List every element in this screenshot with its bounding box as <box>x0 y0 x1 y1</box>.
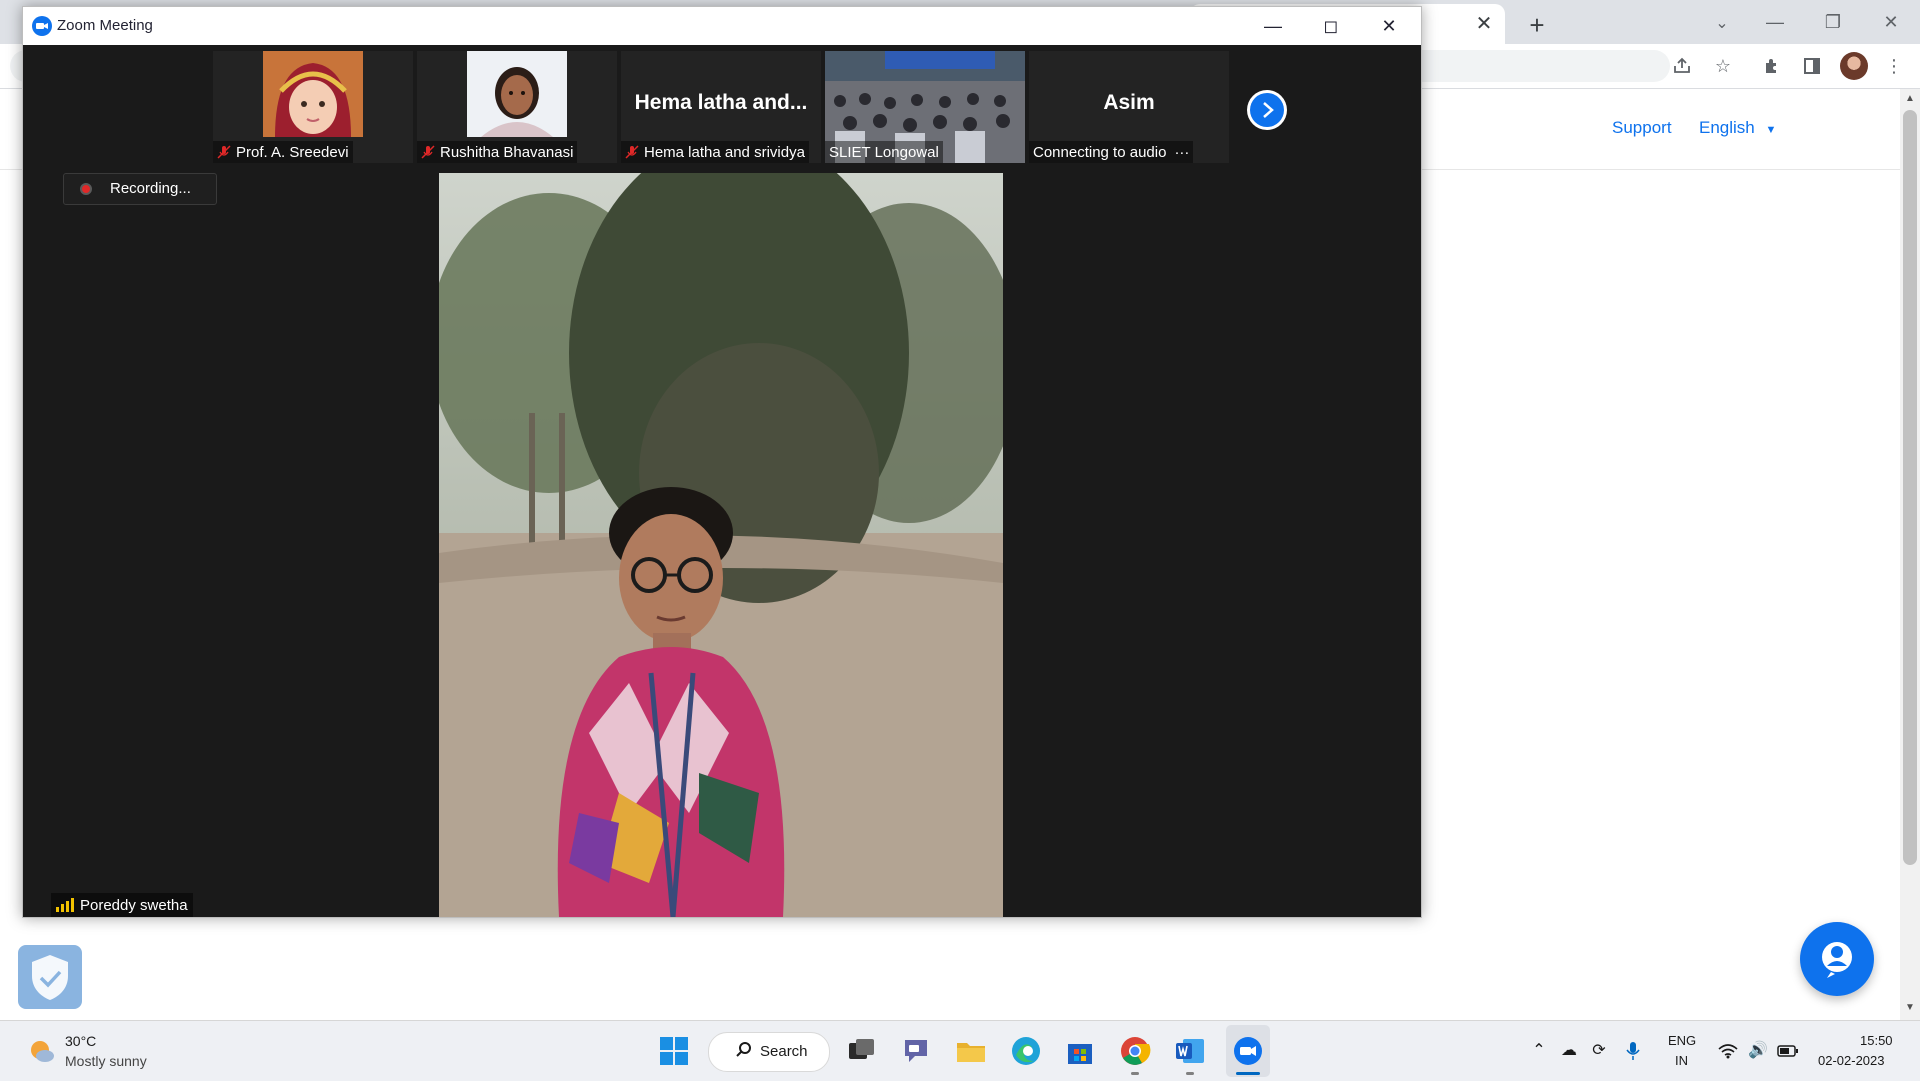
participant-photo <box>263 51 363 137</box>
task-view-icon[interactable] <box>844 1034 878 1068</box>
support-link[interactable]: Support <box>1612 118 1672 138</box>
record-dot-icon <box>80 183 92 195</box>
tab-close-button[interactable]: ✕ <box>1470 10 1498 38</box>
windows-start-icon[interactable] <box>657 1034 691 1068</box>
participant-display-name: Hema latha and... <box>634 91 808 114</box>
recording-indicator[interactable]: Recording... <box>63 173 217 205</box>
participant-photo <box>467 51 567 137</box>
language-dropdown[interactable]: English ▼ <box>1699 118 1776 138</box>
microphone-muted-icon <box>217 145 231 159</box>
more-options-icon[interactable]: ··· <box>1174 144 1189 161</box>
onedrive-icon[interactable]: ☁ <box>1556 1038 1582 1064</box>
input-language[interactable]: ENG <box>1668 1033 1696 1048</box>
active-speaker-video <box>439 173 1003 917</box>
clock-date[interactable]: 02-02-2023 <box>1818 1053 1885 1068</box>
speaker-video-feed <box>439 173 1003 917</box>
edge-browser-icon[interactable] <box>1009 1034 1043 1068</box>
participant-name: Hema latha and srividya <box>644 143 805 161</box>
participant-thumbnail[interactable]: Rushitha Bhavanasi <box>417 51 617 163</box>
tab-search-chevron-icon[interactable]: ⌄ <box>1706 8 1738 40</box>
next-participants-button[interactable] <box>1247 90 1287 130</box>
scroll-down-icon[interactable]: ▼ <box>1902 1002 1918 1016</box>
profile-avatar[interactable] <box>1840 52 1868 80</box>
participant-thumbnail[interactable]: SLIET Longowal <box>825 51 1025 163</box>
language-label: English <box>1699 118 1755 137</box>
participant-label: SLIET Longowal <box>825 141 943 163</box>
participant-name: SLIET Longowal <box>829 143 939 161</box>
participant-display-name: Asim <box>1103 91 1155 114</box>
sync-icon[interactable]: ⟳ <box>1586 1038 1612 1064</box>
participant-thumbnail[interactable]: Asim Connecting to audio ··· <box>1029 51 1229 163</box>
wifi-icon[interactable] <box>1715 1038 1741 1064</box>
participant-name: Rushitha Bhavanasi <box>440 143 574 161</box>
participant-label: Rushitha Bhavanasi <box>417 141 578 163</box>
search-label: Search <box>760 1043 808 1060</box>
weather-sun-icon[interactable] <box>26 1036 56 1066</box>
scrollbar-thumb[interactable] <box>1903 110 1917 865</box>
chrome-running-indicator <box>1131 1072 1139 1075</box>
active-speaker-name: Poreddy swetha <box>80 896 188 914</box>
word-running-indicator <box>1186 1072 1194 1075</box>
side-panel-icon[interactable] <box>1796 50 1828 82</box>
chevron-right-icon <box>1250 93 1284 127</box>
new-tab-button[interactable]: + <box>1520 8 1554 42</box>
zoom-app-icon <box>1234 1037 1262 1065</box>
zoom-active-indicator <box>1236 1072 1260 1075</box>
zoom-title-bar[interactable]: Zoom Meeting — ◻ ✕ <box>23 7 1421 45</box>
weather-description[interactable]: Mostly sunny <box>65 1053 147 1069</box>
participant-name: Prof. A. Sreedevi <box>236 143 349 161</box>
zoom-logo-icon <box>32 16 52 36</box>
participant-label: Prof. A. Sreedevi <box>213 141 353 163</box>
recording-status: Recording... <box>110 180 191 197</box>
extensions-icon[interactable] <box>1756 50 1788 82</box>
meeting-area: Prof. A. Sreedevi Rushitha Bhavanasi Hem… <box>23 45 1421 917</box>
chat-support-button[interactable] <box>1800 922 1874 996</box>
chrome-browser-icon[interactable] <box>1118 1034 1152 1068</box>
microphone-muted-icon <box>625 145 639 159</box>
teams-chat-icon[interactable] <box>899 1034 933 1068</box>
browser-menu-icon[interactable]: ⋮ <box>1878 50 1910 82</box>
security-shield-badge[interactable] <box>18 945 82 1009</box>
active-speaker-label: Poreddy swetha <box>51 893 193 917</box>
browser-minimize-button[interactable]: — <box>1752 4 1798 40</box>
participant-label: Connecting to audio ··· <box>1029 141 1194 163</box>
windows-taskbar: 30°C Mostly sunny Search ⌃ ☁ ⟳ ENG IN 🔊 … <box>0 1020 1920 1081</box>
browser-restore-button[interactable]: ❐ <box>1810 4 1856 40</box>
battery-icon[interactable] <box>1775 1038 1801 1064</box>
bookmark-star-icon[interactable]: ☆ <box>1707 50 1739 82</box>
chatbot-icon <box>1822 942 1852 978</box>
zoom-minimize-button[interactable]: — <box>1245 9 1301 43</box>
zoom-window-title: Zoom Meeting <box>57 17 153 34</box>
search-icon <box>736 1042 751 1057</box>
microsoft-store-icon[interactable] <box>1063 1034 1097 1068</box>
word-app-icon[interactable] <box>1173 1034 1207 1068</box>
zoom-taskbar-button[interactable] <box>1226 1025 1270 1077</box>
input-region[interactable]: IN <box>1675 1053 1688 1068</box>
signal-strength-icon <box>56 898 74 912</box>
microphone-icon[interactable] <box>1620 1038 1646 1064</box>
participant-thumbnail[interactable]: Hema latha and... Hema latha and srividy… <box>621 51 821 163</box>
clock-time[interactable]: 15:50 <box>1860 1033 1893 1048</box>
zoom-meeting-window: Zoom Meeting — ◻ ✕ Prof. A. Sreedevi Rus… <box>22 6 1422 918</box>
microphone-muted-icon <box>421 145 435 159</box>
file-explorer-icon[interactable] <box>954 1034 988 1068</box>
participant-label: Hema latha and srividya <box>621 141 809 163</box>
zoom-close-button[interactable]: ✕ <box>1361 9 1417 43</box>
scroll-up-icon[interactable]: ▲ <box>1902 93 1918 107</box>
chevron-down-icon: ▼ <box>1765 124 1777 136</box>
weather-temperature[interactable]: 30°C <box>65 1033 96 1049</box>
taskbar-search[interactable]: Search <box>708 1032 830 1072</box>
browser-close-button[interactable]: ✕ <box>1868 4 1914 40</box>
volume-icon[interactable]: 🔊 <box>1745 1038 1771 1064</box>
participant-thumbnail[interactable]: Prof. A. Sreedevi <box>213 51 413 163</box>
share-icon[interactable] <box>1666 50 1698 82</box>
audio-status: Connecting to audio <box>1033 143 1167 161</box>
zoom-maximize-button[interactable]: ◻ <box>1303 9 1359 43</box>
show-hidden-icons-chevron-icon[interactable]: ⌃ <box>1526 1038 1552 1064</box>
shield-check-icon <box>32 955 68 1000</box>
